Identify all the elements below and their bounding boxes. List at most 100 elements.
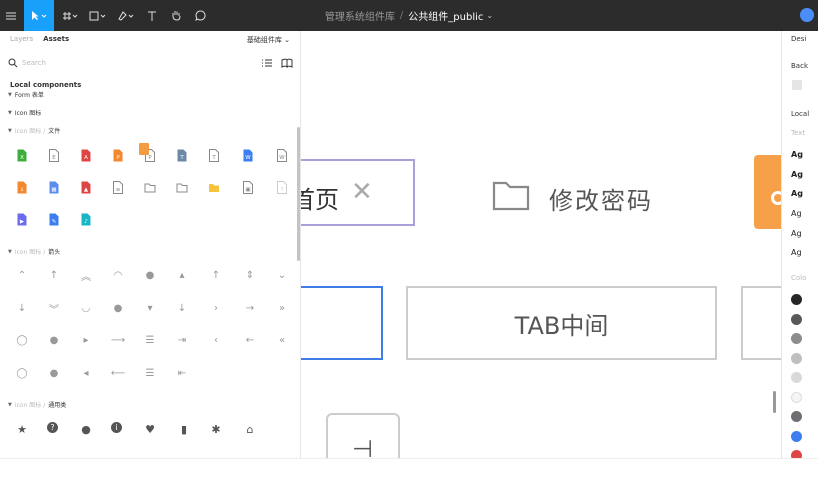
text-outline-file-icon[interactable]: T [207, 148, 221, 162]
group-icon[interactable]: ▼ Icon 图标 [8, 108, 41, 118]
audio-file-icon[interactable]: ♪ [79, 212, 93, 226]
line-arrow-down-icon[interactable]: ↓ [175, 301, 189, 315]
sort-icon[interactable]: ⇕ [243, 268, 257, 282]
circle-filled-chevron-left-icon[interactable]: ● [47, 366, 61, 380]
circle-chevron-left-icon[interactable]: ◯ [15, 366, 29, 380]
project-name[interactable]: 管理系统组件库 [325, 8, 395, 23]
double-chevron-up-icon[interactable]: ︽ [79, 268, 93, 283]
ppt-file-icon[interactable]: P [111, 148, 125, 162]
line-arrow-left-icon[interactable]: ⟵ [111, 366, 125, 380]
hand-tool-button[interactable] [166, 0, 186, 31]
caret-down-icon[interactable]: ▾ [143, 301, 157, 315]
settings-icon[interactable]: ✱ [209, 422, 223, 436]
search-input[interactable]: Search [8, 56, 248, 70]
zip-file-icon[interactable]: ▦ [47, 180, 61, 194]
small-card-component[interactable]: ⊣ [326, 413, 400, 458]
line-arrow-right-icon[interactable]: ⟶ [111, 333, 125, 347]
text-style-item[interactable]: Ag [791, 209, 802, 218]
dragged-ppt-icon[interactable] [139, 143, 149, 155]
pen-tool-button[interactable] [114, 0, 138, 31]
panel-scrollbar[interactable] [297, 127, 300, 261]
double-chevron-right-icon[interactable]: » [275, 301, 289, 315]
color-style-swatch[interactable] [791, 313, 802, 325]
line-arrow-up-icon[interactable]: ↑ [209, 268, 223, 282]
comment-tool-button[interactable] [190, 0, 210, 31]
circle-chevron-right-icon[interactable]: ◯ [15, 333, 29, 347]
chevron-left-icon[interactable]: ‹ [209, 333, 223, 347]
shape-tool-button[interactable] [86, 0, 110, 31]
double-chevron-down-icon[interactable]: ︾ [47, 301, 61, 316]
double-chevron-left-icon[interactable]: « [275, 333, 289, 347]
chevron-right-icon[interactable]: › [209, 301, 223, 315]
circle-chevron-down-icon[interactable]: ◡ [79, 301, 93, 315]
text-file-icon[interactable]: T [175, 148, 189, 162]
avatar[interactable] [800, 8, 814, 22]
text-style-item[interactable]: Ag [791, 189, 803, 198]
home-icon[interactable]: ⌂ [243, 422, 257, 436]
frame-tool-button[interactable] [58, 0, 82, 31]
chevron-down-icon[interactable]: ⌄ [275, 268, 289, 282]
bar-chart-icon[interactable]: ▮ [177, 422, 191, 436]
edit-file-icon[interactable]: ✎ [47, 212, 61, 226]
list-collapse-icon[interactable]: ☰ [143, 366, 157, 380]
color-style-swatch[interactable] [791, 352, 802, 364]
arrow-left-icon[interactable]: ← [243, 333, 257, 347]
circle-filled-chevron-right-icon[interactable]: ● [47, 333, 61, 347]
caret-right-icon[interactable]: ▸ [79, 333, 93, 347]
tab-middle-component[interactable]: TAB中间 [406, 286, 717, 360]
color-style-swatch[interactable] [791, 430, 802, 442]
text-style-item[interactable]: Ag [791, 150, 803, 159]
move-tool-button[interactable] [24, 0, 54, 31]
tab-design[interactable]: Desi [791, 35, 806, 43]
color-style-swatch[interactable] [791, 391, 802, 403]
menu-icon[interactable] [0, 0, 22, 31]
caret-left-icon[interactable]: ◂ [79, 366, 93, 380]
video-file-icon[interactable]: ▶ [15, 212, 29, 226]
tab-home-component[interactable]: 首页 ✕ [301, 159, 415, 226]
tab-selected-component[interactable] [301, 286, 383, 360]
text-style-item[interactable]: Ag [791, 248, 802, 257]
color-style-swatch[interactable] [791, 294, 802, 305]
book-icon[interactable] [281, 57, 293, 69]
image-file-icon[interactable]: ▲ [79, 180, 93, 194]
background-color-swatch[interactable] [792, 80, 802, 90]
text-tool-button[interactable] [142, 0, 162, 31]
help-circle-icon[interactable]: ? [47, 422, 58, 433]
word-outline-file-icon[interactable]: W [275, 148, 289, 162]
chevron-down-icon[interactable]: ⌄ [486, 11, 493, 20]
folder-outline-icon[interactable] [143, 180, 157, 194]
group-arrow-icons[interactable]: ▼ Icon 图标 / 箭头 [8, 247, 60, 257]
group-form[interactable]: ▼ Form 表单 [8, 90, 44, 100]
orange-tab-component[interactable] [754, 155, 781, 229]
color-style-swatch[interactable] [791, 372, 802, 383]
arrow-up-icon[interactable]: ↑ [47, 268, 61, 282]
color-style-swatch[interactable] [791, 333, 802, 344]
folder-filled-icon[interactable] [207, 180, 221, 194]
group-common-icons[interactable]: ▼ Icon 图标 / 通用类 [8, 400, 66, 410]
text-style-item[interactable]: Ag [791, 170, 803, 179]
pdf-file-icon[interactable]: A [79, 148, 93, 162]
circle-filled-chevron-down-icon[interactable]: ● [111, 301, 125, 315]
list-arrow-right-icon[interactable]: ⇥ [175, 333, 189, 347]
image-outline-file-icon[interactable]: ▣ [241, 180, 255, 194]
star-icon[interactable]: ★ [15, 422, 29, 436]
canvas-scrollbar[interactable] [773, 391, 776, 413]
color-style-swatch[interactable] [791, 450, 802, 458]
circle-chevron-up-icon[interactable]: ◠ [111, 268, 125, 282]
file-name[interactable]: 公共组件_public [408, 8, 483, 23]
arrow-right-icon[interactable]: → [243, 301, 257, 315]
chevron-up-icon[interactable]: ⌃ [15, 268, 29, 282]
list-view-icon[interactable] [262, 57, 272, 69]
unknown-file-icon[interactable]: ? [275, 180, 289, 194]
tab-right-component[interactable] [741, 286, 781, 360]
circle-filled-chevron-up-icon[interactable]: ● [143, 268, 157, 282]
excel-file-icon[interactable]: X [15, 148, 29, 162]
tab-layers[interactable]: Layers [10, 35, 33, 43]
heart-icon[interactable]: ♥ [143, 422, 157, 436]
arrow-down-icon[interactable]: ↓ [15, 301, 29, 315]
text-style-item[interactable]: Ag [791, 229, 802, 238]
caret-up-icon[interactable]: ▴ [175, 268, 189, 282]
user-icon[interactable]: ● [79, 422, 93, 436]
color-style-swatch[interactable] [791, 411, 802, 422]
close-icon[interactable]: ✕ [351, 177, 373, 207]
